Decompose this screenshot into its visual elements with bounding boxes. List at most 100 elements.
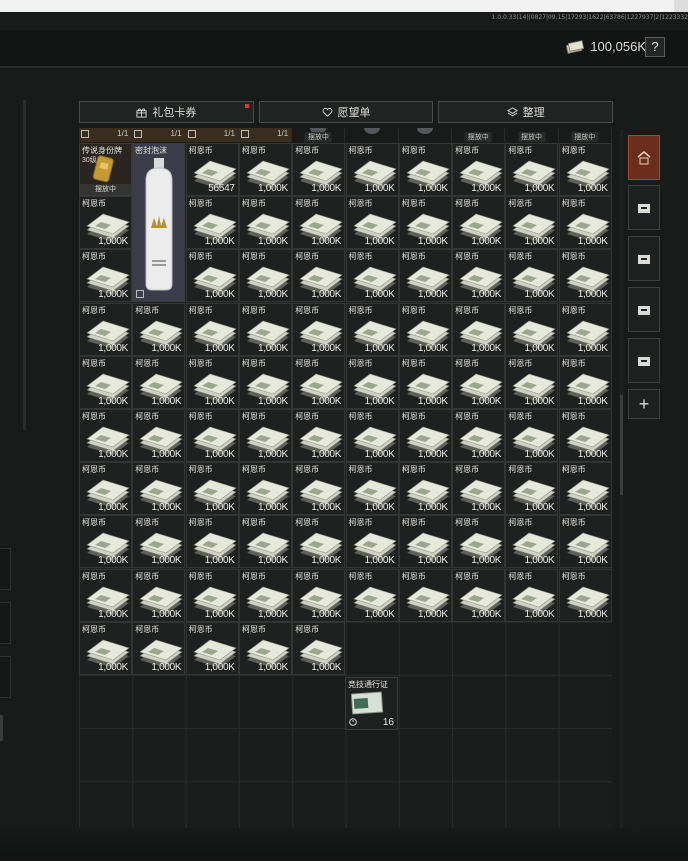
strip-cell[interactable] [398, 128, 453, 142]
currency-slot[interactable]: 柯恩币 1,000K [132, 568, 186, 622]
currency-slot[interactable]: 柯恩币 1,000K [558, 143, 612, 196]
currency-slot[interactable]: 柯恩币 1,000K [558, 355, 612, 409]
currency-slot[interactable]: 柯恩币 1,000K [292, 143, 346, 196]
currency-slot[interactable]: 柯恩币 1,000K [79, 249, 132, 303]
strip-cell[interactable]: 摆放中 [452, 128, 506, 142]
currency-slot[interactable]: 柯恩币 1,000K [345, 568, 399, 622]
currency-slot[interactable]: 柯恩币 1,000K [505, 249, 559, 303]
currency-slot[interactable]: 柯恩币 1,000K [292, 196, 346, 250]
inventory-scroll-thumb[interactable] [620, 395, 623, 495]
currency-slot[interactable]: 柯恩币 1,000K [132, 515, 186, 569]
currency-slot[interactable]: 柯恩币 1,000K [452, 196, 506, 250]
currency-slot[interactable]: 柯恩币 1,000K [185, 409, 239, 462]
currency-slot[interactable]: 柯恩币 1,000K [345, 462, 399, 516]
currency-slot[interactable]: 柯恩币 1,000K [185, 302, 239, 356]
side-tab-container-1[interactable] [628, 185, 660, 230]
currency-slot[interactable]: 柯恩币 1,000K [79, 568, 132, 622]
currency-slot[interactable]: 柯恩币 1,000K [185, 621, 239, 675]
currency-slot[interactable]: 柯恩币 56547 [185, 143, 239, 196]
currency-slot[interactable]: 柯恩币 1,000K [185, 462, 239, 516]
currency-slot[interactable]: 柯恩币 1,000K [292, 355, 346, 409]
currency-slot[interactable]: 柯恩币 1,000K [452, 302, 506, 356]
currency-slot[interactable]: 柯恩币 1,000K [79, 515, 132, 569]
side-tab-container-2[interactable] [628, 236, 660, 281]
currency-slot[interactable]: 柯恩币 1,000K [185, 355, 239, 409]
currency-slot[interactable]: 柯恩币 1,000K [558, 196, 612, 250]
inventory-grid[interactable]: 1/1 1/1 1/1 1/1 摆放中 摆放中 摆放中 摆放中 传说身份牌 30级 摆放中 密… [79, 128, 612, 828]
sealed-foam-slot[interactable]: 密封泡沫 [132, 143, 185, 302]
currency-slot[interactable]: 柯恩币 1,000K [132, 462, 186, 516]
left-panel-tab[interactable] [0, 602, 11, 644]
strip-cell[interactable]: 1/1 [238, 128, 293, 142]
currency-slot[interactable]: 柯恩币 1,000K [292, 621, 346, 675]
currency-slot[interactable]: 柯恩币 1,000K [345, 143, 399, 196]
currency-slot[interactable]: 柯恩币 1,000K [505, 462, 559, 516]
currency-slot[interactable]: 柯恩币 1,000K [558, 462, 612, 516]
currency-slot[interactable]: 柯恩币 1,000K [238, 621, 292, 675]
currency-slot[interactable]: 柯恩币 1,000K [398, 515, 452, 569]
currency-slot[interactable]: 柯恩币 1,000K [398, 196, 452, 250]
currency-slot[interactable]: 柯恩币 1,000K [345, 249, 399, 303]
help-button[interactable]: ? [645, 37, 665, 57]
currency-slot[interactable]: 柯恩币 1,000K [132, 621, 186, 675]
battle-pass-slot[interactable]: 竞技通行证 16 [345, 677, 398, 730]
currency-slot[interactable]: 柯恩币 1,000K [238, 355, 292, 409]
strip-cell[interactable] [345, 128, 399, 142]
currency-slot[interactable]: 柯恩币 1,000K [398, 355, 452, 409]
wishlist-button[interactable]: 愿望单 [258, 101, 434, 123]
currency-slot[interactable]: 柯恩币 1,000K [558, 568, 612, 622]
strip-cell[interactable]: 1/1 [79, 128, 133, 142]
add-container-button[interactable]: + [628, 389, 660, 419]
currency-slot[interactable]: 柯恩币 1,000K [398, 462, 452, 516]
currency-slot[interactable]: 柯恩币 1,000K [238, 196, 292, 250]
currency-slot[interactable]: 柯恩币 1,000K [345, 515, 399, 569]
currency-slot[interactable]: 柯恩币 1,000K [345, 196, 399, 250]
currency-slot[interactable]: 柯恩币 1,000K [292, 515, 346, 569]
side-tab-container-3[interactable] [628, 287, 660, 332]
currency-slot[interactable]: 柯恩币 1,000K [79, 196, 132, 250]
currency-slot[interactable]: 柯恩币 1,000K [292, 302, 346, 356]
currency-slot[interactable]: 柯恩币 1,000K [452, 249, 506, 303]
currency-slot[interactable]: 柯恩币 1,000K [345, 355, 399, 409]
currency-slot[interactable]: 柯恩币 1,000K [132, 355, 186, 409]
strip-cell[interactable]: 1/1 [132, 128, 186, 142]
currency-slot[interactable]: 柯恩币 1,000K [505, 196, 559, 250]
currency-slot[interactable]: 柯恩币 1,000K [238, 515, 292, 569]
currency-slot[interactable]: 柯恩币 1,000K [79, 462, 132, 516]
currency-slot[interactable]: 柯恩币 1,000K [452, 355, 506, 409]
currency-slot[interactable]: 柯恩币 1,000K [558, 515, 612, 569]
currency-slot[interactable]: 柯恩币 1,000K [79, 355, 132, 409]
currency-slot[interactable]: 柯恩币 1,000K [452, 568, 506, 622]
currency-slot[interactable]: 柯恩币 1,000K [238, 409, 292, 462]
currency-slot[interactable]: 柯恩币 1,000K [505, 143, 559, 196]
currency-slot[interactable]: 柯恩币 1,000K [79, 409, 132, 462]
currency-slot[interactable]: 柯恩币 1,000K [558, 409, 612, 462]
left-panel-tab[interactable] [0, 656, 11, 698]
currency-slot[interactable]: 柯恩币 1,000K [452, 409, 506, 462]
currency-slot[interactable]: 柯恩币 1,000K [185, 515, 239, 569]
side-tab-stash[interactable] [628, 135, 660, 180]
currency-slot[interactable]: 柯恩币 1,000K [398, 409, 452, 462]
side-tab-container-4[interactable] [628, 338, 660, 383]
currency-slot[interactable]: 柯恩币 1,000K [79, 302, 132, 356]
currency-slot[interactable]: 柯恩币 1,000K [292, 568, 346, 622]
strip-cell[interactable]: 摆放中 [505, 128, 559, 142]
legend-tag-slot[interactable]: 传说身份牌 30级 摆放中 [79, 143, 132, 196]
strip-cell[interactable]: 摆放中 [292, 128, 346, 142]
currency-slot[interactable]: 柯恩币 1,000K [398, 249, 452, 303]
currency-slot[interactable]: 柯恩币 1,000K [132, 409, 186, 462]
currency-slot[interactable]: 柯恩币 1,000K [185, 568, 239, 622]
currency-slot[interactable]: 柯恩币 1,000K [132, 302, 186, 356]
currency-slot[interactable]: 柯恩币 1,000K [398, 568, 452, 622]
gift-card-button[interactable]: 礼包卡券 [79, 101, 254, 123]
currency-slot[interactable]: 柯恩币 1,000K [238, 249, 292, 303]
currency-slot[interactable]: 柯恩币 1,000K [185, 249, 239, 303]
currency-slot[interactable]: 柯恩币 1,000K [238, 568, 292, 622]
currency-slot[interactable]: 柯恩币 1,000K [452, 515, 506, 569]
window-corner-tab[interactable] [674, 0, 688, 12]
strip-cell[interactable]: 摆放中 [558, 128, 612, 142]
currency-slot[interactable]: 柯恩币 1,000K [505, 302, 559, 356]
organize-button[interactable]: 整理 [438, 101, 614, 123]
currency-slot[interactable]: 柯恩币 1,000K [452, 143, 506, 196]
currency-slot[interactable]: 柯恩币 1,000K [505, 409, 559, 462]
